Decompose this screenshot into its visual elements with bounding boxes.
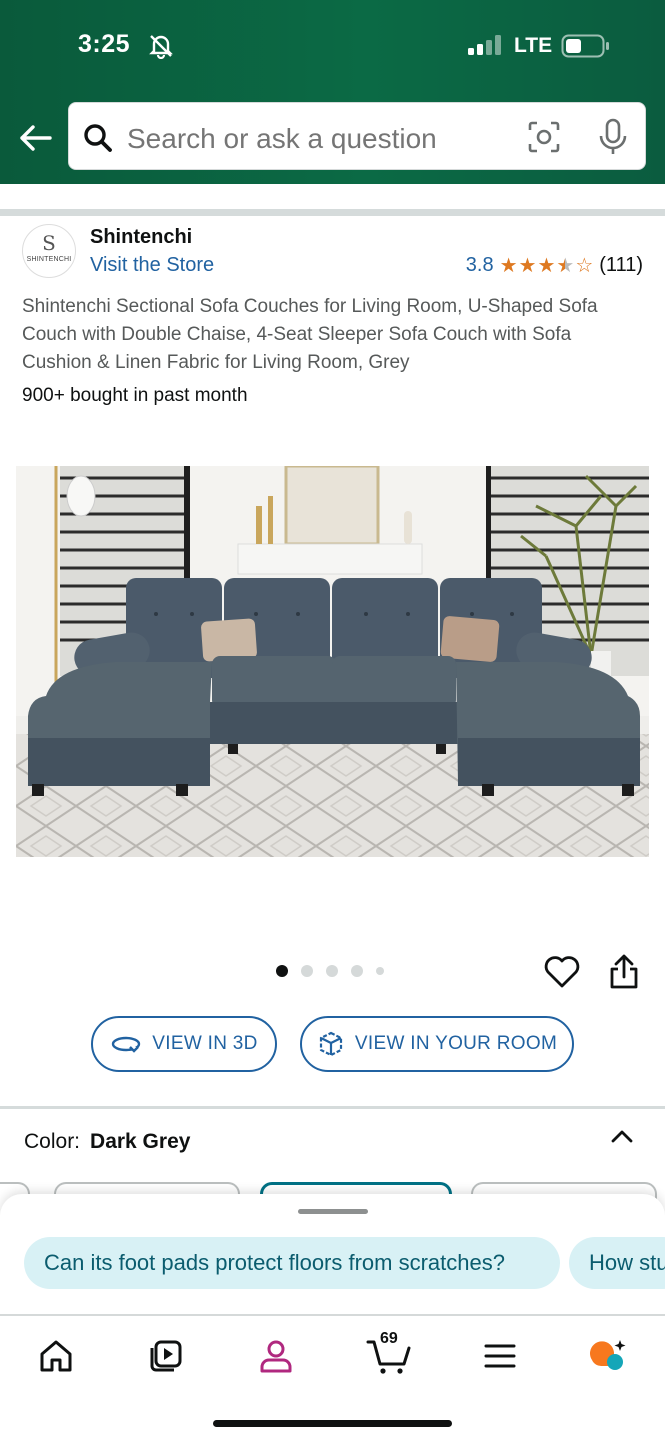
signal-icon [468,35,501,55]
app-root: 3:25 LTE Search or ask a question S SHIN… [0,0,665,1440]
home-icon[interactable] [36,1336,76,1376]
image-carousel-dots[interactable] [276,965,384,977]
header: 3:25 LTE [0,0,665,184]
product-image[interactable] [16,466,649,857]
search-input[interactable] [127,123,507,155]
search-bar[interactable] [68,102,646,170]
cart-count-badge: 69 [380,1330,398,1347]
carousel-dot[interactable] [376,967,384,975]
battery-icon [561,34,609,58]
rating-value: 3.8 [465,254,494,276]
brand-logo-letter: S [42,231,56,255]
camera-scan-icon[interactable] [527,120,561,154]
star-half-icon: ★ [556,254,575,277]
rating-summary[interactable]: 3.8 ★ ★ ★ ★ ☆ (111) [466,254,643,277]
home-indicator [213,1420,452,1427]
account-icon[interactable] [256,1336,296,1376]
star-empty-icon: ☆ [575,254,594,277]
video-icon[interactable] [146,1336,186,1376]
view-in-your-room-label: VIEW IN YOUR ROOM [354,1033,558,1054]
chevron-up-icon[interactable] [610,1128,634,1144]
cube-ar-icon [319,1031,343,1057]
heart-icon[interactable] [544,955,580,989]
rufus-assistant-icon[interactable] [588,1336,628,1376]
color-selector-header[interactable]: Color: Dark Grey [24,1130,190,1154]
carousel-dot[interactable] [351,965,363,977]
status-time: 3:25 [78,30,131,58]
star-full-icon: ★ [518,254,537,277]
view-in-3d-button[interactable]: VIEW IN 3D [91,1016,277,1072]
color-value: Dark Grey [90,1130,191,1153]
color-label: Color: [24,1130,81,1153]
star-full-icon: ★ [499,254,518,277]
brand-logo[interactable]: S SHINTENCHI [22,224,76,278]
carousel-dot-active[interactable] [276,965,288,977]
section-divider [0,1106,665,1109]
menu-icon[interactable] [480,1336,520,1376]
question-chip[interactable]: Can its foot pads protect floors from sc… [24,1237,560,1289]
back-arrow-icon[interactable] [16,118,56,158]
sofa-photo [16,466,649,857]
purchase-count: 900+ bought in past month [22,385,248,406]
view-in-your-room-button[interactable]: VIEW IN YOUR ROOM [300,1016,574,1072]
product-title: Shintenchi Sectional Sofa Couches for Li… [22,296,598,373]
rufus-suggestion-sheet: Can its foot pads protect floors from sc… [0,1194,665,1314]
search-icon [84,124,112,152]
brand-name: Shintenchi [90,226,193,248]
view-in-3d-label: VIEW IN 3D [152,1033,258,1054]
star-full-icon: ★ [537,254,556,277]
carousel-dot[interactable] [301,965,313,977]
carousel-dot[interactable] [326,965,338,977]
rotate-3d-icon [112,1036,141,1053]
brand-logo-text: SHINTENCHI [26,256,72,263]
share-icon[interactable] [608,953,640,991]
microphone-icon[interactable] [597,118,629,156]
bottom-nav: 69 [0,1314,665,1440]
section-divider [0,209,665,216]
bell-off-icon [149,35,173,59]
network-label: LTE [514,34,553,57]
rating-count: (111) [599,254,643,276]
star-rating: ★ ★ ★ ★ ☆ [500,256,594,276]
visit-store-link[interactable]: Visit the Store [90,254,214,277]
sheet-grabber[interactable] [298,1209,368,1214]
question-chip[interactable]: How stu [569,1237,665,1289]
